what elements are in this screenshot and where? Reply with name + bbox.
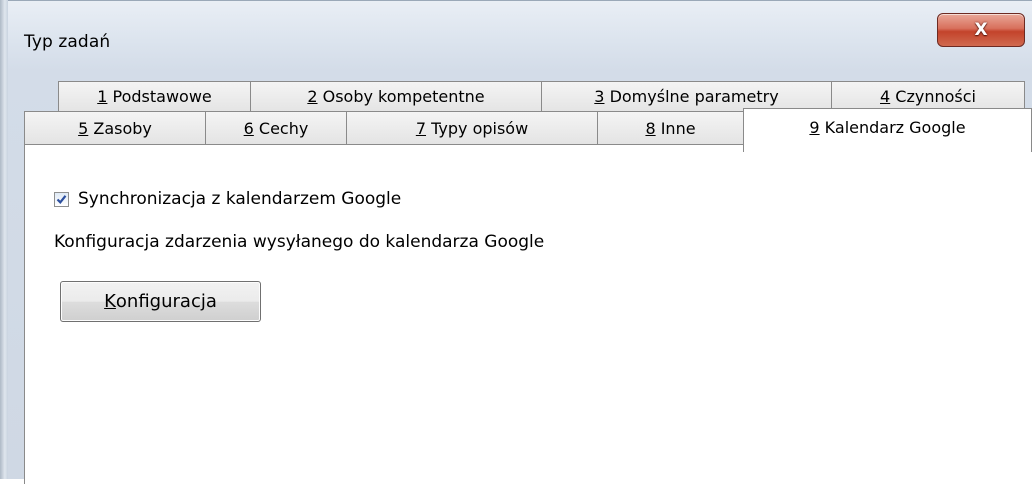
close-icon: X <box>974 20 988 40</box>
tab-accel: 1 <box>97 87 108 106</box>
tab-typy-opisow[interactable]: 7 Typy opisów <box>346 111 598 145</box>
button-accel: K <box>104 291 116 312</box>
tab-accel: 4 <box>880 87 891 106</box>
tab-kalendarz-google[interactable]: 9 Kalendarz Google <box>743 108 1032 152</box>
config-description: Konfiguracja zdarzenia wysyłanego do kal… <box>54 232 545 252</box>
tab-label: Typy opisów <box>426 119 529 138</box>
tab-podstawowe[interactable]: 1 Podstawowe <box>58 81 251 112</box>
tab-label: Osoby kompetentne <box>317 87 485 106</box>
sync-checkbox[interactable] <box>54 191 69 207</box>
tab-label: Podstawowe <box>107 87 212 106</box>
tab-accel: 7 <box>415 119 427 138</box>
tab-label: Domyślne parametry <box>604 87 779 106</box>
tab-label: Cechy <box>253 119 309 138</box>
tab-accel: 8 <box>645 119 656 138</box>
sync-checkbox-row[interactable]: Synchronizacja z kalendarzem Google <box>54 189 401 209</box>
tab-accel: 3 <box>594 87 605 106</box>
tab-accel: 5 <box>78 119 89 138</box>
tab-label: Zasoby <box>88 119 152 138</box>
button-label: onfiguracja <box>115 291 217 312</box>
tab-zasoby[interactable]: 5 Zasoby <box>24 111 206 145</box>
checkmark-icon <box>56 194 67 204</box>
window-left-border <box>0 0 8 479</box>
tab-label: Czynności <box>890 87 976 106</box>
tab-accel: 2 <box>307 87 318 106</box>
tab-inne[interactable]: 8 Inne <box>597 111 744 145</box>
window-title: Typ zadań <box>24 32 111 52</box>
tab-accel: 6 <box>243 119 254 138</box>
tab-label: Kalendarz Google <box>819 118 966 137</box>
sync-checkbox-label: Synchronizacja z kalendarzem Google <box>78 189 402 209</box>
close-button[interactable]: X <box>937 13 1025 47</box>
tab-osoby-kompetentne[interactable]: 2 Osoby kompetentne <box>250 81 542 112</box>
tab-accel: 9 <box>809 118 820 137</box>
tab-cechy[interactable]: 6 Cechy <box>205 111 347 145</box>
tab-label: Inne <box>655 119 696 138</box>
configuration-button[interactable]: Konfiguracja <box>60 281 261 322</box>
